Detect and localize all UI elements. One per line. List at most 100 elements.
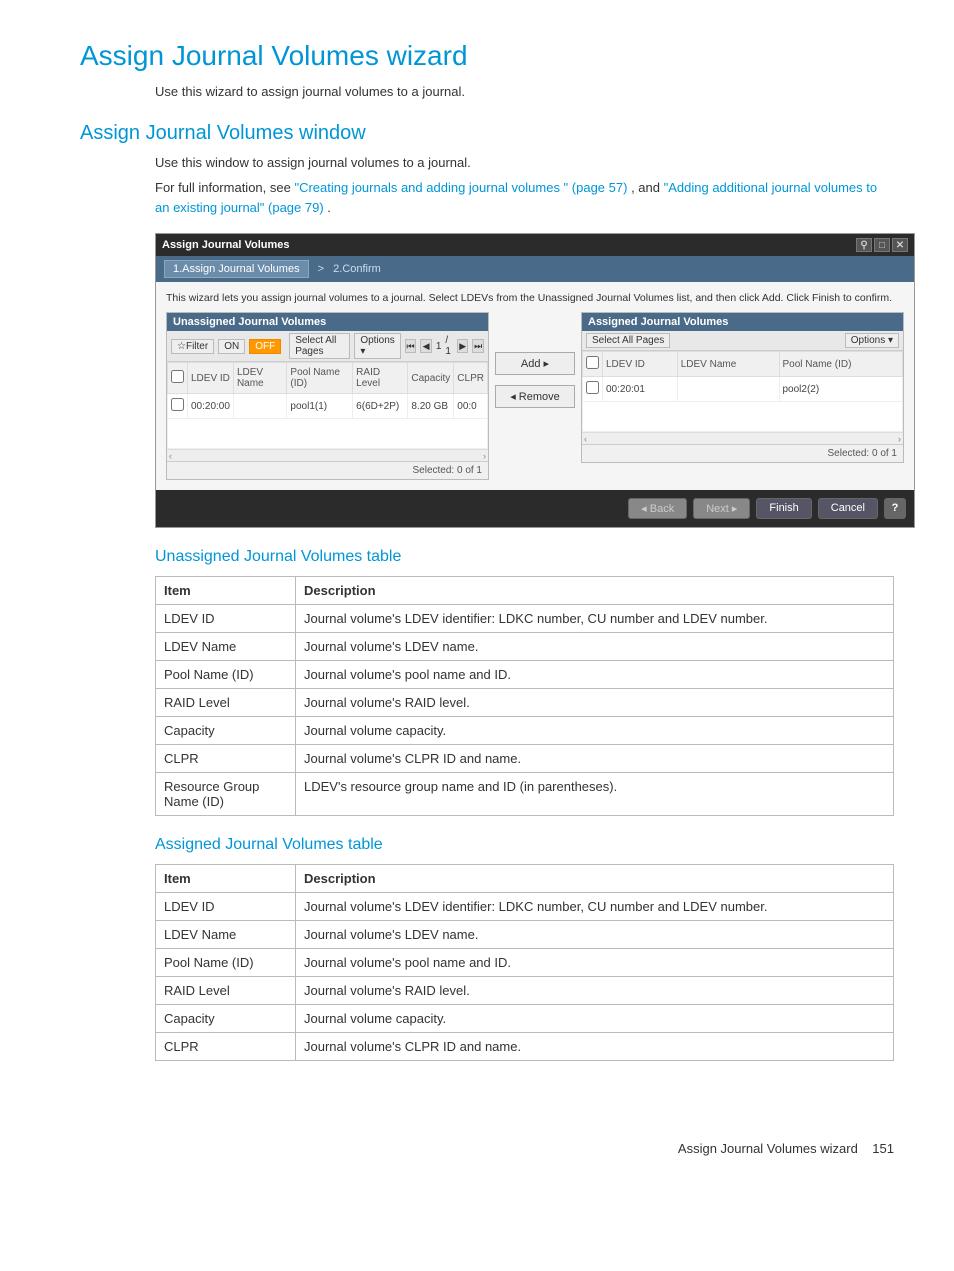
next-button[interactable]: Next ▸ [693,498,750,519]
section-title: Assign Journal Volumes window [80,122,894,145]
empty-row [168,419,488,449]
checkbox-header[interactable] [583,352,603,377]
cell-pool-name: pool1(1) [287,394,353,419]
table-row: LDEV IDJournal volume's LDEV identifier:… [156,605,894,633]
col-ldev-id[interactable]: LDEV ID [188,363,234,394]
item: CLPR [156,745,296,773]
intro-text: Use this wizard to assign journal volume… [155,82,894,102]
row-checkbox[interactable] [171,398,184,411]
cancel-button[interactable]: Cancel [818,498,878,519]
table-row: CapacityJournal volume capacity. [156,1005,894,1033]
select-all-checkbox[interactable] [171,370,184,383]
table-row[interactable]: 00:20:01 pool2(2) [583,377,903,402]
wizard-title: Assign Journal Volumes [162,239,290,251]
item: LDEV Name [156,633,296,661]
desc: Journal volume's CLPR ID and name. [296,1033,894,1061]
desc: Journal volume's LDEV name. [296,921,894,949]
table-row: LDEV NameJournal volume's LDEV name. [156,921,894,949]
breadcrumb-step2: 2.Confirm [333,263,381,275]
options-dropdown[interactable]: Options ▾ [354,333,400,359]
row-checkbox[interactable] [586,381,599,394]
item: LDEV ID [156,605,296,633]
col-ldev-name[interactable]: LDEV Name [233,363,286,394]
filter-on[interactable]: ON [218,339,245,354]
cell-ldev-name [677,377,779,402]
remove-button[interactable]: ◂ Remove [495,385,575,408]
checkbox-header[interactable] [168,363,188,394]
filter-button[interactable]: ☆Filter [171,339,214,354]
item: Pool Name (ID) [156,661,296,689]
full-info-text: For full information, see "Creating jour… [155,178,894,217]
header-desc: Description [296,577,894,605]
h-scrollbar[interactable]: ‹› [167,449,488,461]
header-item: Item [156,865,296,893]
item: CLPR [156,1033,296,1061]
back-button[interactable]: ◂ Back [628,498,687,519]
desc: Journal volume's pool name and ID. [296,661,894,689]
breadcrumb-sep: > [318,263,324,275]
desc: Journal volume's RAID level. [296,977,894,1005]
first-page-icon[interactable]: ⏮ [405,339,417,353]
desc: Journal volume's LDEV identifier: LDKC n… [296,605,894,633]
col-capacity[interactable]: Capacity [408,363,454,394]
h-scrollbar[interactable]: ‹› [582,432,903,444]
item: Capacity [156,1005,296,1033]
page-number: 151 [872,1141,894,1156]
desc: Journal volume's CLPR ID and name. [296,745,894,773]
finish-button[interactable]: Finish [756,498,811,519]
link-creating-journals[interactable]: "Creating journals and adding journal vo… [294,180,627,195]
footer-text: Assign Journal Volumes wizard [678,1141,858,1156]
cell-capacity: 8.20 GB [408,394,454,419]
desc: Journal volume's pool name and ID. [296,949,894,977]
item: LDEV Name [156,921,296,949]
cell-clpr: 00:0 [454,394,488,419]
page-current: 1 [436,341,442,352]
col-raid-level[interactable]: RAID Level [353,363,408,394]
breadcrumb-step1[interactable]: 1.Assign Journal Volumes [164,260,309,278]
filter-off[interactable]: OFF [249,339,281,354]
desc: Journal volume's LDEV identifier: LDKC n… [296,893,894,921]
last-page-icon[interactable]: ⏭ [472,339,484,353]
unassigned-table-title: Unassigned Journal Volumes table [155,548,894,566]
table-row: RAID LevelJournal volume's RAID level. [156,689,894,717]
col-clpr[interactable]: CLPR [454,363,488,394]
item: Pool Name (ID) [156,949,296,977]
prev-page-icon[interactable]: ◀ [420,339,432,353]
table-row: LDEV NameJournal volume's LDEV name. [156,633,894,661]
desc: Journal volume capacity. [296,1005,894,1033]
unassigned-header: Unassigned Journal Volumes [167,313,488,331]
col-pool-name[interactable]: Pool Name (ID) [287,363,353,394]
page-title: Assign Journal Volumes wizard [80,40,894,72]
col-pool-name[interactable]: Pool Name (ID) [779,352,903,377]
section-intro: Use this window to assign journal volume… [155,153,894,173]
close-icon[interactable]: ✕ [892,238,908,252]
maximize-icon[interactable]: □ [874,238,890,252]
options-dropdown-right[interactable]: Options ▾ [845,333,899,348]
unassigned-table: LDEV ID LDEV Name Pool Name (ID) RAID Le… [167,362,488,449]
unassigned-desc-table: Item Description LDEV IDJournal volume's… [155,576,894,816]
select-all-pages[interactable]: Select All Pages [289,333,350,359]
full-info-prefix: For full information, see [155,180,294,195]
select-all-pages-right[interactable]: Select All Pages [586,333,670,348]
assigned-table: LDEV ID LDEV Name Pool Name (ID) 00:20:0… [582,351,903,432]
header-item: Item [156,577,296,605]
header-desc: Description [296,865,894,893]
assigned-footer: Selected: 0 of 1 [582,444,903,462]
wizard-instruction: This wizard lets you assign journal volu… [166,292,904,304]
table-row: CLPRJournal volume's CLPR ID and name. [156,1033,894,1061]
table-row[interactable]: 00:20:00 pool1(1) 6(6D+2P) 8.20 GB 00:0 [168,394,488,419]
filter-icon[interactable]: ⚲ [856,238,872,252]
desc: Journal volume's RAID level. [296,689,894,717]
item: Capacity [156,717,296,745]
col-ldev-id[interactable]: LDEV ID [603,352,678,377]
next-page-icon[interactable]: ▶ [457,339,469,353]
col-ldev-name[interactable]: LDEV Name [677,352,779,377]
cell-pool-name: pool2(2) [779,377,903,402]
item: LDEV ID [156,893,296,921]
select-all-checkbox[interactable] [586,356,599,369]
cell-ldev-id: 00:20:01 [603,377,678,402]
table-row: RAID LevelJournal volume's RAID level. [156,977,894,1005]
add-button[interactable]: Add ▸ [495,352,575,375]
item: RAID Level [156,977,296,1005]
help-button[interactable]: ? [884,498,906,519]
